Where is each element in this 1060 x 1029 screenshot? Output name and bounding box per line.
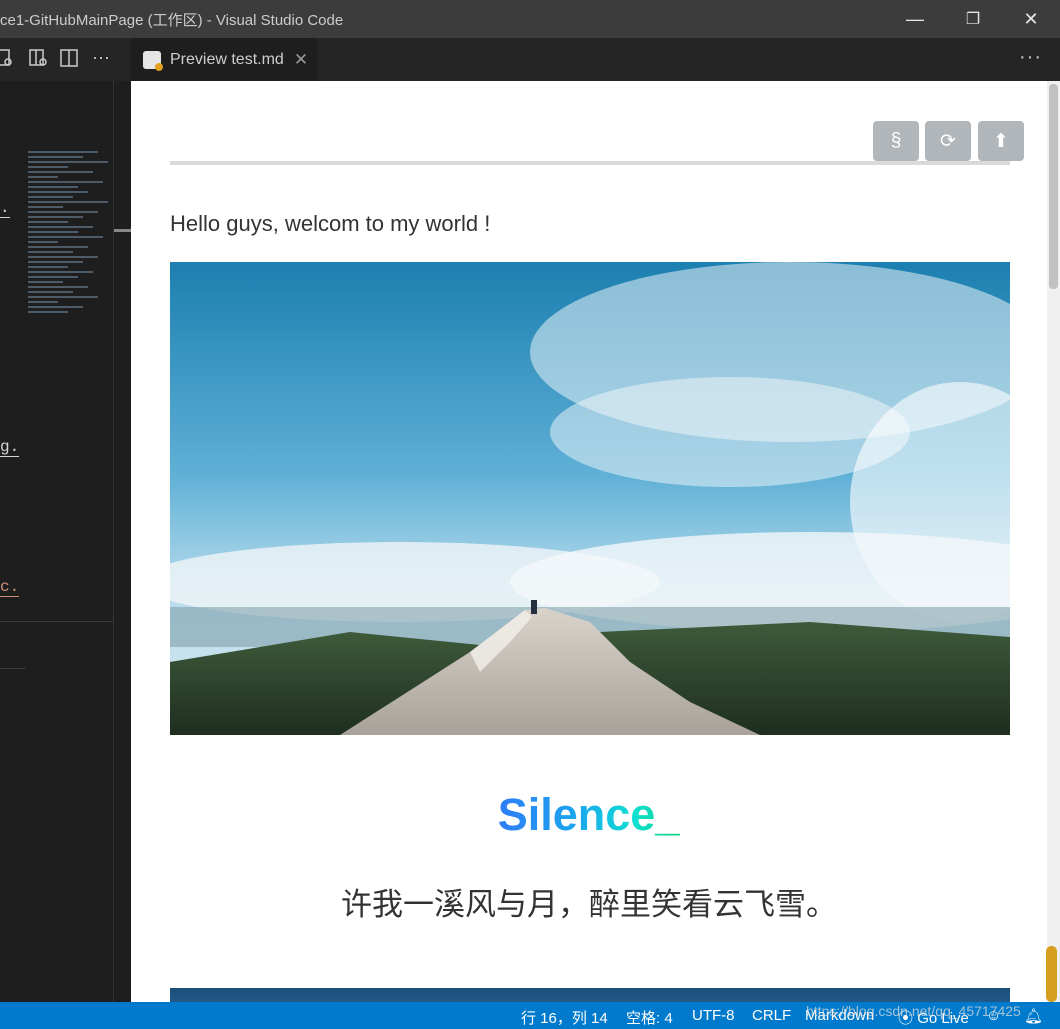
window-title: ce1-GitHubMainPage (工作区) - Visual Studio… [0,12,344,29]
code-fragment: g. [0,438,20,457]
tagline: 许我一溪风与月，醉里笑看云飞雪。 [341,887,837,922]
tab-label: Preview test.md [170,50,284,68]
open-preview-icon[interactable] [0,48,14,68]
watermark: https://blog.csdn.net/qq_45717425 [806,1003,1021,1019]
section-button[interactable]: § [873,121,919,161]
horizontal-rule [170,161,1010,165]
second-image [170,988,1010,1002]
mountain-hero-image [170,262,1010,735]
editor-pane-left: ··· . g. c. [0,38,132,1002]
restore-button[interactable]: ❐ [944,0,1002,38]
line-ending[interactable]: CRLF [752,1007,791,1024]
indentation[interactable]: 空格: 4 [626,1007,673,1028]
preview-side-icon[interactable] [28,48,48,68]
restore-icon: ❐ [965,11,981,28]
more-actions-icon[interactable]: ··· [92,47,110,68]
section-icon: § [890,130,902,151]
scroll-thumb[interactable] [114,229,132,232]
close-button[interactable]: ✕ [1002,0,1060,38]
more-actions-icon[interactable]: ··· [1019,46,1042,69]
tab-bar: Preview test.md ✕ ··· [131,38,1060,81]
code-fragment: c. [0,578,20,597]
markdown-preview: § ⟳ ⬆ Hello guys, welcom to my world ! S… [131,81,1047,1002]
intro-text: Hello guys, welcom to my world ! [170,211,491,236]
divider [0,621,113,622]
scroll-top-button[interactable]: ⬆ [978,121,1024,161]
minimize-icon: — [906,8,924,29]
title-bar: ce1-GitHubMainPage (工作区) - Visual Studio… [0,0,1060,38]
tab-preview-test-md[interactable]: Preview test.md ✕ [131,38,317,81]
editor-scrollbar[interactable] [113,81,132,1002]
arrow-up-icon: ⬆ [993,130,1009,152]
cursor-position[interactable]: 行 16，列 14 [521,1007,608,1028]
code-editor[interactable]: . g. c. [0,81,113,1002]
notifications-icon[interactable]: 🔔︎ [1024,1007,1043,1025]
refresh-button[interactable]: ⟳ [925,121,971,161]
refresh-icon: ⟳ [940,130,956,152]
drag-handle[interactable] [1046,946,1057,1002]
divider [0,668,26,669]
scroll-thumb[interactable] [1049,84,1058,289]
minimap[interactable] [28,151,113,391]
editor-toolbar: ··· [0,38,131,81]
close-icon: ✕ [1023,8,1039,29]
preview-scrollbar[interactable] [1047,81,1060,1002]
close-tab-icon[interactable]: ✕ [294,50,308,70]
preview-file-icon [143,50,163,71]
split-editor-icon[interactable] [59,48,79,68]
minimize-button[interactable]: — [886,0,944,38]
code-fragment: . [0,199,10,218]
encoding[interactable]: UTF-8 [692,1007,735,1024]
brand-title: Silence_ [497,789,681,840]
